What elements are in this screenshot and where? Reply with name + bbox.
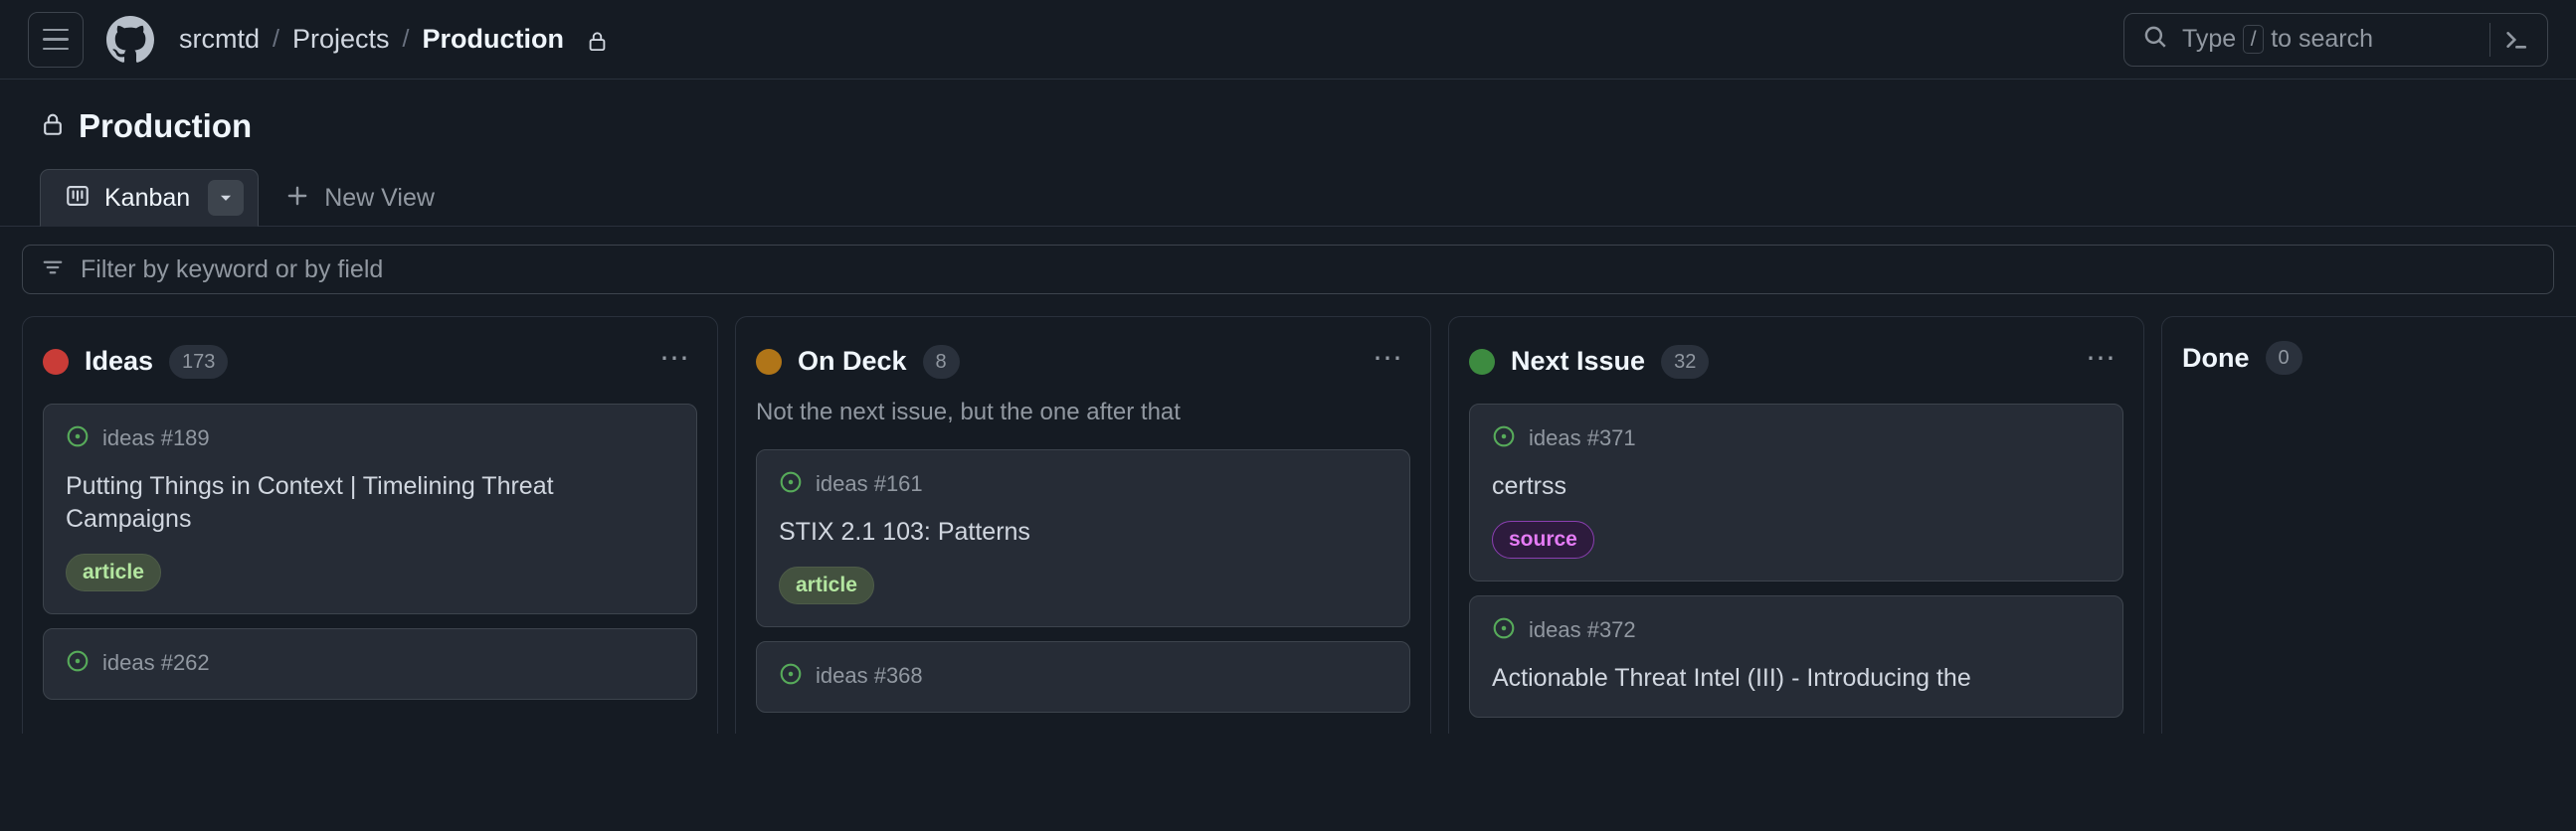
board-column: Next Issue 32 ⋯ ideas #371 certrss source idea… [1448, 316, 2144, 734]
card-title: certrss [1492, 472, 1566, 500]
card-meta: ideas #368 [779, 662, 1387, 690]
issue-opened-icon [779, 470, 803, 498]
breadcrumb-projects[interactable]: Projects [292, 26, 390, 53]
card-issue-ref: ideas #189 [102, 425, 210, 450]
tab-kanban-label: Kanban [104, 183, 191, 212]
card-title: STIX 2.1 103: Patterns [779, 518, 1030, 546]
column-title: Ideas [85, 346, 154, 376]
plus-icon [284, 183, 310, 214]
column-header: On Deck 8 ⋯ [756, 341, 1410, 382]
column-title: On Deck [798, 346, 907, 376]
breadcrumb-current-project[interactable]: Production [422, 26, 564, 53]
column-color-dot [756, 348, 782, 375]
column-color-dot [1469, 348, 1495, 375]
kebab-menu-icon[interactable]: ⋯ [653, 341, 697, 382]
search-area: Type / to search [2123, 12, 2548, 67]
search-placeholder-prefix: Type [2182, 25, 2237, 53]
board-card[interactable]: ideas #372 Actionable Threat Intel (III) … [1469, 595, 2123, 719]
issue-opened-icon [1492, 616, 1516, 644]
card-labels: article [779, 567, 1387, 605]
column-title: Done [2182, 342, 2250, 373]
filter-input[interactable]: Filter by keyword or by field [22, 245, 2554, 294]
project-title-text: Production [79, 107, 253, 144]
kebab-menu-icon[interactable]: ⋯ [2080, 341, 2123, 382]
hamburger-line [43, 38, 69, 41]
kebab-menu-icon[interactable]: ⋯ [1367, 341, 1410, 382]
card-label[interactable]: source [1492, 521, 1594, 560]
issue-opened-icon [1492, 424, 1516, 452]
kanban-board-icon [65, 183, 91, 214]
card-meta: ideas #161 [779, 470, 1387, 498]
new-view-label: New View [324, 183, 435, 212]
terminal-icon[interactable] [2490, 26, 2542, 54]
column-count-badge: 173 [169, 344, 229, 379]
card-title: Putting Things in Context | Timelining T… [66, 472, 554, 533]
card-label[interactable]: article [779, 567, 874, 605]
hamburger-line [43, 28, 69, 32]
issue-opened-icon [66, 424, 90, 452]
board-card[interactable]: ideas #262 [43, 628, 697, 701]
column-cards: ideas #189 Putting Things in Context | Ti… [43, 404, 697, 701]
lock-icon [40, 109, 66, 142]
card-meta: ideas #372 [1492, 616, 2101, 644]
filter-bar: Filter by keyword or by field [0, 227, 2576, 294]
card-issue-ref: ideas #371 [1529, 425, 1636, 450]
card-label[interactable]: article [66, 554, 161, 592]
column-color-dot [43, 348, 69, 375]
card-issue-ref: ideas #368 [816, 663, 923, 689]
issue-opened-icon [779, 662, 803, 690]
column-description: Not the next issue, but the one after th… [756, 399, 1181, 425]
filter-icon [41, 255, 65, 284]
tab-kanban[interactable]: Kanban [40, 169, 260, 227]
board-card[interactable]: ideas #371 certrss source [1469, 404, 2123, 582]
breadcrumb-separator: / [402, 25, 410, 53]
card-issue-ref: ideas #161 [816, 471, 923, 496]
column-title: Next Issue [1511, 346, 1646, 376]
board-column: Done 0 [2161, 316, 2576, 734]
chevron-down-icon[interactable] [208, 180, 245, 216]
issue-opened-icon [66, 649, 90, 677]
column-cards: ideas #161 STIX 2.1 103: Patterns article i… [756, 449, 1410, 714]
github-logo-icon[interactable] [106, 15, 154, 64]
column-header: Done 0 [2182, 341, 2576, 375]
board-column: Ideas 173 ⋯ ideas #189 Putting Things in Con… [22, 316, 718, 734]
search-placeholder-suffix: to search [2271, 25, 2374, 53]
slash-key-badge: / [2243, 25, 2265, 54]
column-count-badge: 8 [922, 344, 960, 379]
column-count-badge: 0 [2265, 341, 2302, 375]
card-meta: ideas #371 [1492, 424, 2101, 452]
view-tabs: Kanban New View [0, 169, 2576, 227]
new-view-button[interactable]: New View [259, 169, 459, 227]
project-header: Production [0, 80, 2576, 142]
card-issue-ref: ideas #372 [1529, 617, 1636, 643]
column-cards: ideas #371 certrss source ideas #372 Actiona… [1469, 404, 2123, 719]
page-title: Production [40, 109, 2576, 142]
column-header: Next Issue 32 ⋯ [1469, 341, 2123, 382]
board-column: On Deck 8 ⋯ Not the next issue, but the one… [735, 316, 1431, 734]
breadcrumb-owner[interactable]: srcmtd [179, 26, 260, 53]
card-meta: ideas #262 [66, 649, 674, 677]
breadcrumb-separator: / [273, 25, 279, 53]
column-header: Ideas 173 ⋯ [43, 341, 697, 382]
card-labels: source [1492, 521, 2101, 560]
card-title: Actionable Threat Intel (III) - Introduc… [1492, 664, 1971, 693]
lock-icon [586, 30, 609, 53]
hamburger-menu-icon[interactable] [28, 11, 84, 68]
search-placeholder: Type / to search [2182, 25, 2485, 54]
breadcrumb: srcmtd / Projects / Production [179, 26, 609, 53]
hamburger-line [43, 47, 69, 51]
search-input[interactable]: Type / to search [2123, 12, 2548, 67]
card-meta: ideas #189 [66, 424, 674, 452]
search-icon [2142, 24, 2168, 55]
column-count-badge: 32 [1661, 344, 1710, 379]
filter-placeholder: Filter by keyword or by field [81, 254, 384, 283]
global-header: srcmtd / Projects / Production Type / to… [0, 0, 2576, 80]
board-card[interactable]: ideas #189 Putting Things in Context | Ti… [43, 404, 697, 615]
card-labels: article [66, 554, 674, 592]
board-card[interactable]: ideas #368 [756, 641, 1410, 714]
board-card[interactable]: ideas #161 STIX 2.1 103: Patterns article [756, 449, 1410, 628]
kanban-board: Ideas 173 ⋯ ideas #189 Putting Things in Con… [0, 316, 2576, 734]
card-issue-ref: ideas #262 [102, 650, 210, 676]
